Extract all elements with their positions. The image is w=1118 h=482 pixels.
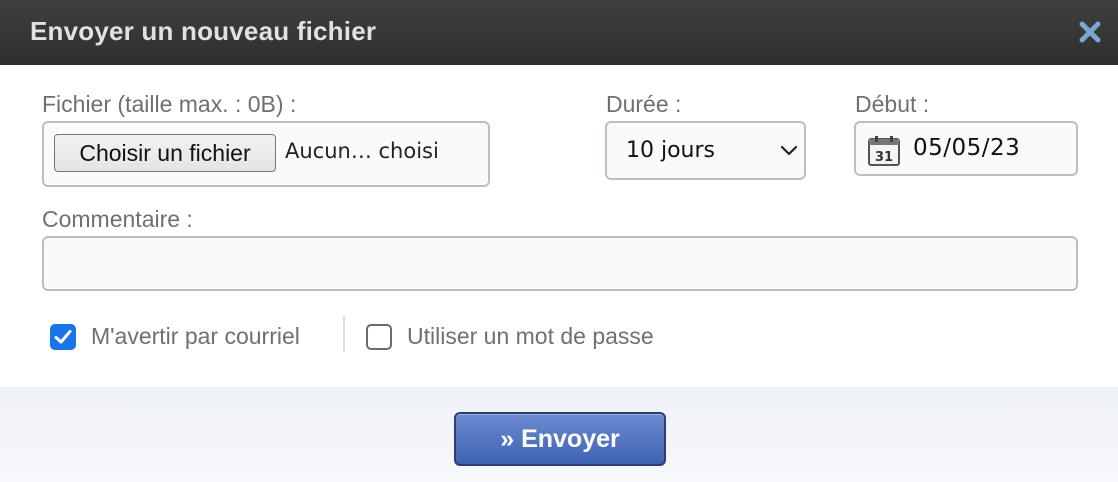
start-date-field[interactable]: 31 05/05/23 (854, 121, 1078, 176)
calendar-icon[interactable]: 31 (868, 136, 900, 166)
file-status-text: Aucun… choisi (285, 139, 439, 163)
file-input[interactable]: Choisir un fichier Aucun… choisi (42, 121, 490, 187)
comment-input[interactable] (42, 236, 1078, 291)
close-icon[interactable] (1077, 19, 1103, 45)
dialog-title: Envoyer un nouveau fichier (30, 16, 377, 46)
choose-file-button[interactable]: Choisir un fichier (54, 134, 276, 172)
upload-dialog: Envoyer un nouveau fichier Fichier (tail… (0, 0, 1118, 482)
dialog-footer: » Envoyer (0, 387, 1118, 482)
password-label[interactable]: Utiliser un mot de passe (407, 323, 654, 350)
chevron-down-icon (780, 145, 798, 156)
send-button[interactable]: » Envoyer (454, 412, 666, 466)
dialog-titlebar: Envoyer un nouveau fichier (0, 0, 1118, 65)
file-label: Fichier (taille max. : 0B) : (42, 91, 297, 117)
start-label: Début : (855, 91, 930, 117)
checkmark-icon (54, 330, 72, 344)
duration-label: Durée : (606, 91, 682, 117)
notify-label[interactable]: M'avertir par courriel (91, 323, 300, 350)
calendar-icon-text: 31 (875, 150, 893, 165)
password-checkbox[interactable] (366, 324, 392, 350)
options-divider (343, 316, 345, 352)
duration-selected-value: 10 jours (626, 138, 716, 163)
duration-select[interactable]: 10 jours (605, 121, 806, 180)
notify-checkbox[interactable] (50, 324, 76, 350)
comment-label: Commentaire : (42, 206, 193, 232)
start-date-value: 05/05/23 (913, 135, 1021, 161)
